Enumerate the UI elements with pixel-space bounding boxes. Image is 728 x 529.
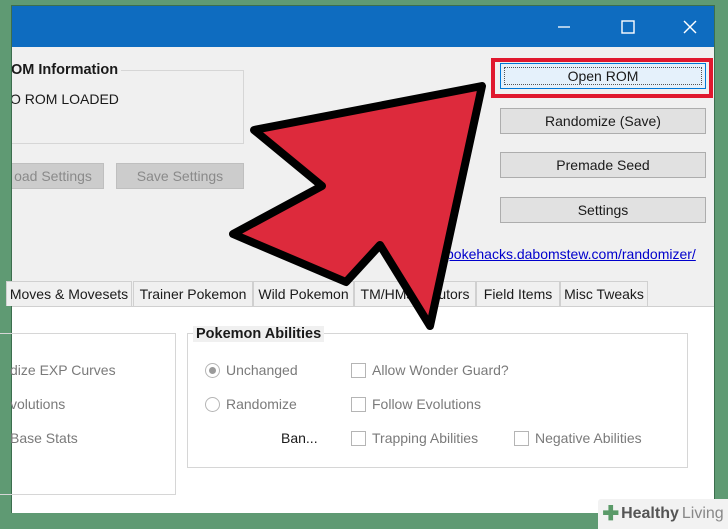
allow-wonder-guard-label[interactable]: Allow Wonder Guard? [372,362,509,378]
screenshot-frame: OM Information O ROM LOADED oad Settings… [0,0,728,529]
abilities-unchanged-label[interactable]: Unchanged [226,362,298,378]
base-stats-label[interactable]: Base Stats [10,430,78,446]
healthy-living-watermark: ✚ Healthy Living [598,499,728,529]
watermark-brand-a: Healthy [621,505,679,522]
ban-label: Ban... [281,430,318,446]
maximize-button[interactable] [605,6,651,47]
tab-misc-tweaks[interactable]: Misc Tweaks [560,281,648,306]
premade-seed-button[interactable]: Premade Seed [500,152,706,178]
pokemon-traits-panel: dize EXP Curves volutions Base Stats Pok… [0,306,714,513]
abilities-randomize-label[interactable]: Randomize [226,396,297,412]
tab-moves-movesets[interactable]: Moves & Movesets [6,281,132,306]
minimize-button[interactable] [541,6,587,47]
allow-wonder-guard-checkbox[interactable] [351,363,366,378]
negative-abilities-label[interactable]: Negative Abilities [535,430,642,446]
trapping-abilities-checkbox[interactable] [351,431,366,446]
title-bar [12,6,714,47]
randomize-save-button[interactable]: Randomize (Save) [500,108,706,134]
randomizer-website-link[interactable]: http://pokehacks.dabomstew.com/randomize… [411,246,696,262]
randomize-exp-curves-label[interactable]: dize EXP Curves [10,362,116,378]
pokemon-abilities-title: Pokemon Abilities [193,326,325,342]
negative-abilities-checkbox[interactable] [514,431,529,446]
open-rom-highlight [491,58,713,98]
follow-evolutions-checkbox[interactable] [351,397,366,412]
minimize-icon [558,25,570,28]
trapping-abilities-label[interactable]: Trapping Abilities [372,430,478,446]
evolutions-label[interactable]: volutions [10,396,65,412]
tab-wild-pokemon[interactable]: Wild Pokemon [253,281,354,306]
watermark-brand-b: Living [681,505,724,522]
close-button[interactable] [667,6,713,47]
load-settings-button[interactable]: oad Settings [12,163,104,189]
base-statistics-group [0,333,176,495]
plus-icon: ✚ [602,503,620,525]
follow-evolutions-label[interactable]: Follow Evolutions [372,396,481,412]
save-settings-button[interactable]: Save Settings [116,163,244,189]
maximize-icon [621,19,635,34]
abilities-randomize-radio[interactable] [205,397,220,412]
close-icon [683,20,697,33]
rom-information-group [12,70,244,144]
tab-trainer-pokemon[interactable]: Trainer Pokemon [133,281,253,306]
abilities-unchanged-radio[interactable] [205,363,220,378]
rom-status-text: O ROM LOADED [12,91,119,107]
rom-information-title: OM Information [12,62,122,78]
settings-button[interactable]: Settings [500,197,706,223]
tab-tm-hms-tutors[interactable]: TM/HMs & Tutors [354,281,476,306]
tab-field-items[interactable]: Field Items [476,281,560,306]
